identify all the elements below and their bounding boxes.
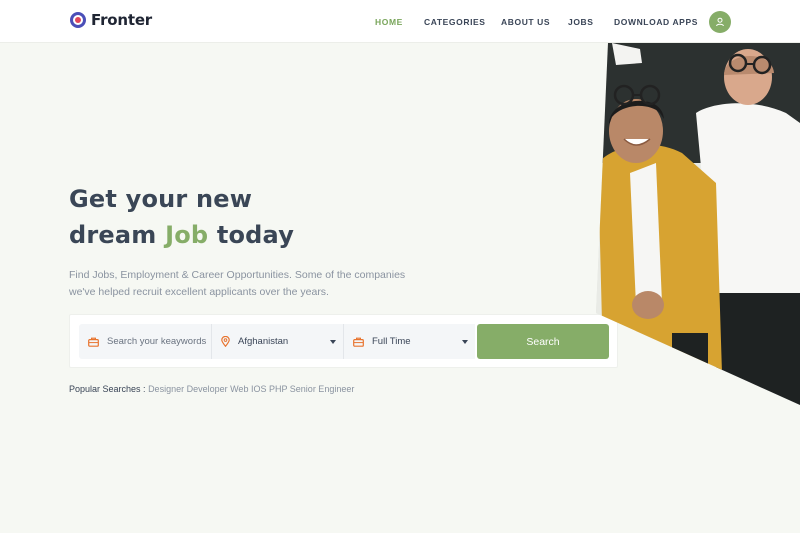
job-type-value: Full Time xyxy=(372,336,411,347)
popular-searches-label: Popular Searches : xyxy=(69,384,146,394)
hero-title-accent: Job xyxy=(165,221,209,249)
popular-searches: Popular Searches : Designer Developer We… xyxy=(69,384,354,394)
chevron-down-icon xyxy=(330,340,336,344)
job-search-form: Search your keaywords Afghanistan Full T… xyxy=(69,314,618,368)
logo-icon xyxy=(70,12,86,28)
popular-search-terms[interactable]: Designer Developer Web IOS PHP Senior En… xyxy=(148,384,354,394)
brand-logo[interactable]: Fronter xyxy=(70,11,152,29)
hero-title-today: today xyxy=(208,221,295,249)
briefcase-icon xyxy=(88,337,99,347)
hero-title-line-1: Get your new xyxy=(69,185,253,213)
hero-description-line-2: we've helped recruit excellent applicant… xyxy=(69,286,329,298)
chevron-down-icon xyxy=(462,340,468,344)
briefcase-icon xyxy=(353,337,364,347)
nav-download-apps[interactable]: DOWNLOAD APPS xyxy=(614,17,698,27)
brand-name: Fronter xyxy=(91,11,153,29)
user-icon xyxy=(716,17,724,27)
nav-jobs[interactable]: JOBS xyxy=(568,17,594,27)
hero-description-line-1: Find Jobs, Employment & Career Opportuni… xyxy=(69,269,406,281)
search-button[interactable]: Search xyxy=(477,324,609,359)
hero-title-dream: dream xyxy=(69,221,166,249)
nav-categories[interactable]: CATEGORIES xyxy=(424,17,486,27)
user-account-button[interactable] xyxy=(709,11,731,33)
nav-home[interactable]: HOME xyxy=(375,17,403,27)
keyword-placeholder: Search your keaywords xyxy=(107,336,207,347)
map-pin-icon xyxy=(221,336,230,347)
keyword-search-input[interactable]: Search your keaywords xyxy=(79,324,211,359)
location-select[interactable]: Afghanistan xyxy=(212,324,343,359)
location-value: Afghanistan xyxy=(238,336,289,347)
hero-title-line-2: dream Job today xyxy=(69,221,294,249)
hero-photo xyxy=(596,43,800,405)
top-navbar: Fronter HOME CATEGORIES ABOUT US JOBS DO… xyxy=(0,0,800,43)
nav-about-us[interactable]: ABOUT US xyxy=(501,17,550,27)
job-type-select[interactable]: Full Time xyxy=(344,324,475,359)
